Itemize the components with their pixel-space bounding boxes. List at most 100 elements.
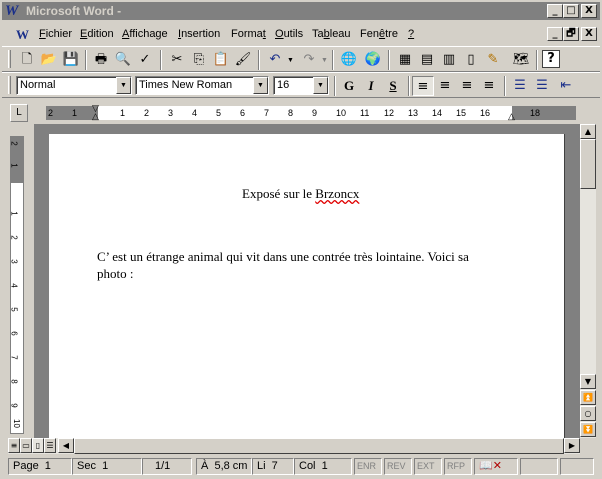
tab-selector-button[interactable]: L — [10, 104, 28, 122]
scroll-down-icon[interactable]: ▼ — [580, 374, 596, 389]
insert-excel-icon[interactable]: ▥ — [438, 50, 460, 70]
undo-icon[interactable]: ↶ — [264, 50, 286, 70]
ruler-number: 16 — [480, 108, 491, 118]
close-button[interactable]: X — [581, 4, 597, 18]
document-map-icon[interactable]: 🗺 — [510, 50, 532, 70]
chevron-down-icon[interactable]: ▼ — [116, 77, 131, 94]
doc-close-button[interactable]: X — [581, 27, 597, 41]
maximize-button[interactable]: □ — [563, 4, 579, 18]
minimize-button[interactable]: _ — [547, 4, 563, 18]
menu-outils[interactable]: Outils — [275, 28, 303, 40]
scroll-left-icon[interactable]: ◀ — [58, 438, 74, 453]
doc-minimize-button[interactable]: _ — [547, 27, 563, 41]
select-browse-object-icon[interactable]: ○ — [580, 406, 596, 421]
help-icon[interactable]: ? — [542, 50, 560, 68]
paste-icon[interactable]: 📋 — [210, 50, 232, 70]
previous-page-icon[interactable]: ⏫ — [580, 390, 596, 405]
justify-icon[interactable]: ≡ — [478, 76, 500, 96]
menu-affichage[interactable]: Affichage — [122, 28, 168, 40]
doc-restore-button[interactable]: 🗗 — [563, 27, 579, 41]
web-layout-icon[interactable]: ▭ — [20, 438, 32, 453]
format-painter-icon[interactable]: 🖌 — [232, 50, 254, 70]
insert-table-icon[interactable]: ▤ — [416, 50, 438, 70]
status-mode-enr[interactable]: ENR — [354, 458, 382, 475]
scroll-up-icon[interactable]: ▲ — [580, 124, 596, 139]
document-icon[interactable]: W — [16, 26, 34, 44]
ruler-number: 10 — [11, 419, 21, 428]
align-center-icon[interactable]: ≡ — [434, 76, 456, 96]
underline-button[interactable]: S — [382, 76, 404, 96]
italic-button[interactable]: I — [360, 76, 382, 96]
right-indent-marker[interactable]: △ — [508, 111, 515, 122]
spelling-status-icon[interactable]: 📖✕ — [474, 458, 518, 475]
menu-fichier[interactable]: Fichier — [39, 28, 72, 40]
horizontal-scroll-thumb[interactable] — [74, 438, 564, 454]
save-icon[interactable]: 💾 — [60, 50, 82, 70]
separator — [388, 50, 390, 70]
toolbar-grip[interactable] — [8, 76, 11, 94]
scroll-thumb[interactable] — [580, 139, 596, 189]
open-icon[interactable]: 📂 — [38, 50, 60, 70]
style-select[interactable]: Normal ▼ — [16, 76, 132, 95]
title-bar[interactable]: W Microsoft Word - _ □ X — [2, 2, 600, 20]
print-preview-icon[interactable]: 🔍 — [112, 50, 134, 70]
redo-icon[interactable]: ↷ — [298, 50, 320, 70]
numbering-icon[interactable]: ☰ — [509, 76, 531, 96]
menu-tableau[interactable]: Tableau — [312, 28, 351, 40]
align-right-icon[interactable]: ≡ — [456, 76, 478, 96]
hanging-indent-marker[interactable]: △ — [92, 111, 99, 122]
word-app-icon[interactable]: W — [5, 3, 21, 19]
status-mode-rfp[interactable]: RFP — [444, 458, 472, 475]
status-mode-rev[interactable]: REV — [384, 458, 412, 475]
outline-view-icon[interactable]: ☰ — [44, 438, 56, 453]
columns-icon[interactable]: ▯ — [460, 50, 482, 70]
scroll-right-icon[interactable]: ▶ — [564, 438, 580, 453]
next-page-icon[interactable]: ⏬ — [580, 422, 596, 437]
vertical-ruler[interactable]: 2 1 1 2 3 4 5 6 7 8 9 10 — [10, 136, 24, 434]
document-heading[interactable]: Exposé sur le Brzoncx — [242, 186, 359, 202]
document-page[interactable]: Exposé sur le Brzoncx C’ est un étrange … — [49, 134, 565, 438]
cut-icon[interactable]: ✂ — [166, 50, 188, 70]
decrease-indent-icon[interactable]: ⇤ — [555, 76, 577, 96]
ruler-number: 5 — [9, 307, 19, 312]
menu-edition[interactable]: Edition — [80, 28, 114, 40]
copy-icon[interactable]: ⎘ — [188, 50, 210, 70]
font-select[interactable]: Times New Roman ▼ — [135, 76, 269, 95]
vertical-scrollbar[interactable]: ▲ ▼ ⏫ ○ ⏬ — [580, 124, 596, 438]
bold-button[interactable]: G — [338, 76, 360, 96]
ruler-number: 6 — [240, 108, 246, 118]
drawing-icon[interactable]: ✎ — [482, 50, 504, 70]
chevron-down-icon[interactable]: ▼ — [253, 77, 268, 94]
toolbar-grip[interactable] — [8, 50, 11, 68]
status-mode-ext[interactable]: EXT — [414, 458, 442, 475]
menu-help[interactable]: ? — [408, 28, 414, 40]
ruler-number: 2 — [144, 108, 150, 118]
ruler-number: 8 — [288, 108, 294, 118]
print-icon[interactable]: 🖶 — [90, 50, 112, 70]
spelling-icon[interactable]: ✓ — [134, 50, 156, 70]
status-panel-empty — [520, 458, 558, 475]
menu-fenetre[interactable]: Fenêtre — [360, 28, 398, 40]
new-icon[interactable]: 🗋 — [16, 50, 38, 70]
tables-borders-icon[interactable]: ▦ — [394, 50, 416, 70]
separator — [85, 50, 87, 70]
ruler-number: 10 — [336, 108, 347, 118]
chevron-down-icon[interactable]: ▼ — [313, 77, 328, 94]
normal-view-icon[interactable]: ≡ — [8, 438, 20, 453]
menu-format[interactable]: Format — [231, 28, 266, 40]
document-paragraph-line[interactable]: C’ est un étrange animal qui vit dans un… — [97, 249, 469, 265]
hyperlink-icon[interactable]: 🌐 — [338, 50, 360, 70]
horizontal-ruler[interactable]: 2 1 1 2 3 4 5 6 7 8 9 10 11 12 13 14 15 … — [46, 103, 576, 122]
undo-dropdown-icon[interactable]: ▼ — [287, 57, 294, 64]
ruler-text-area — [98, 106, 512, 120]
font-size-select[interactable]: 16 ▼ — [273, 76, 329, 95]
redo-dropdown-icon[interactable]: ▼ — [321, 57, 328, 64]
print-layout-icon[interactable]: ▯ — [32, 438, 44, 453]
web-toolbar-icon[interactable]: 🌍 — [362, 50, 384, 70]
bullets-icon[interactable]: ☰ — [531, 76, 553, 96]
status-page: Page 1 — [8, 458, 72, 475]
menu-insertion[interactable]: Insertion — [178, 28, 220, 40]
ruler-number: 9 — [9, 403, 19, 408]
document-paragraph-line[interactable]: photo : — [97, 266, 133, 282]
align-left-icon[interactable]: ≡ — [412, 76, 434, 96]
